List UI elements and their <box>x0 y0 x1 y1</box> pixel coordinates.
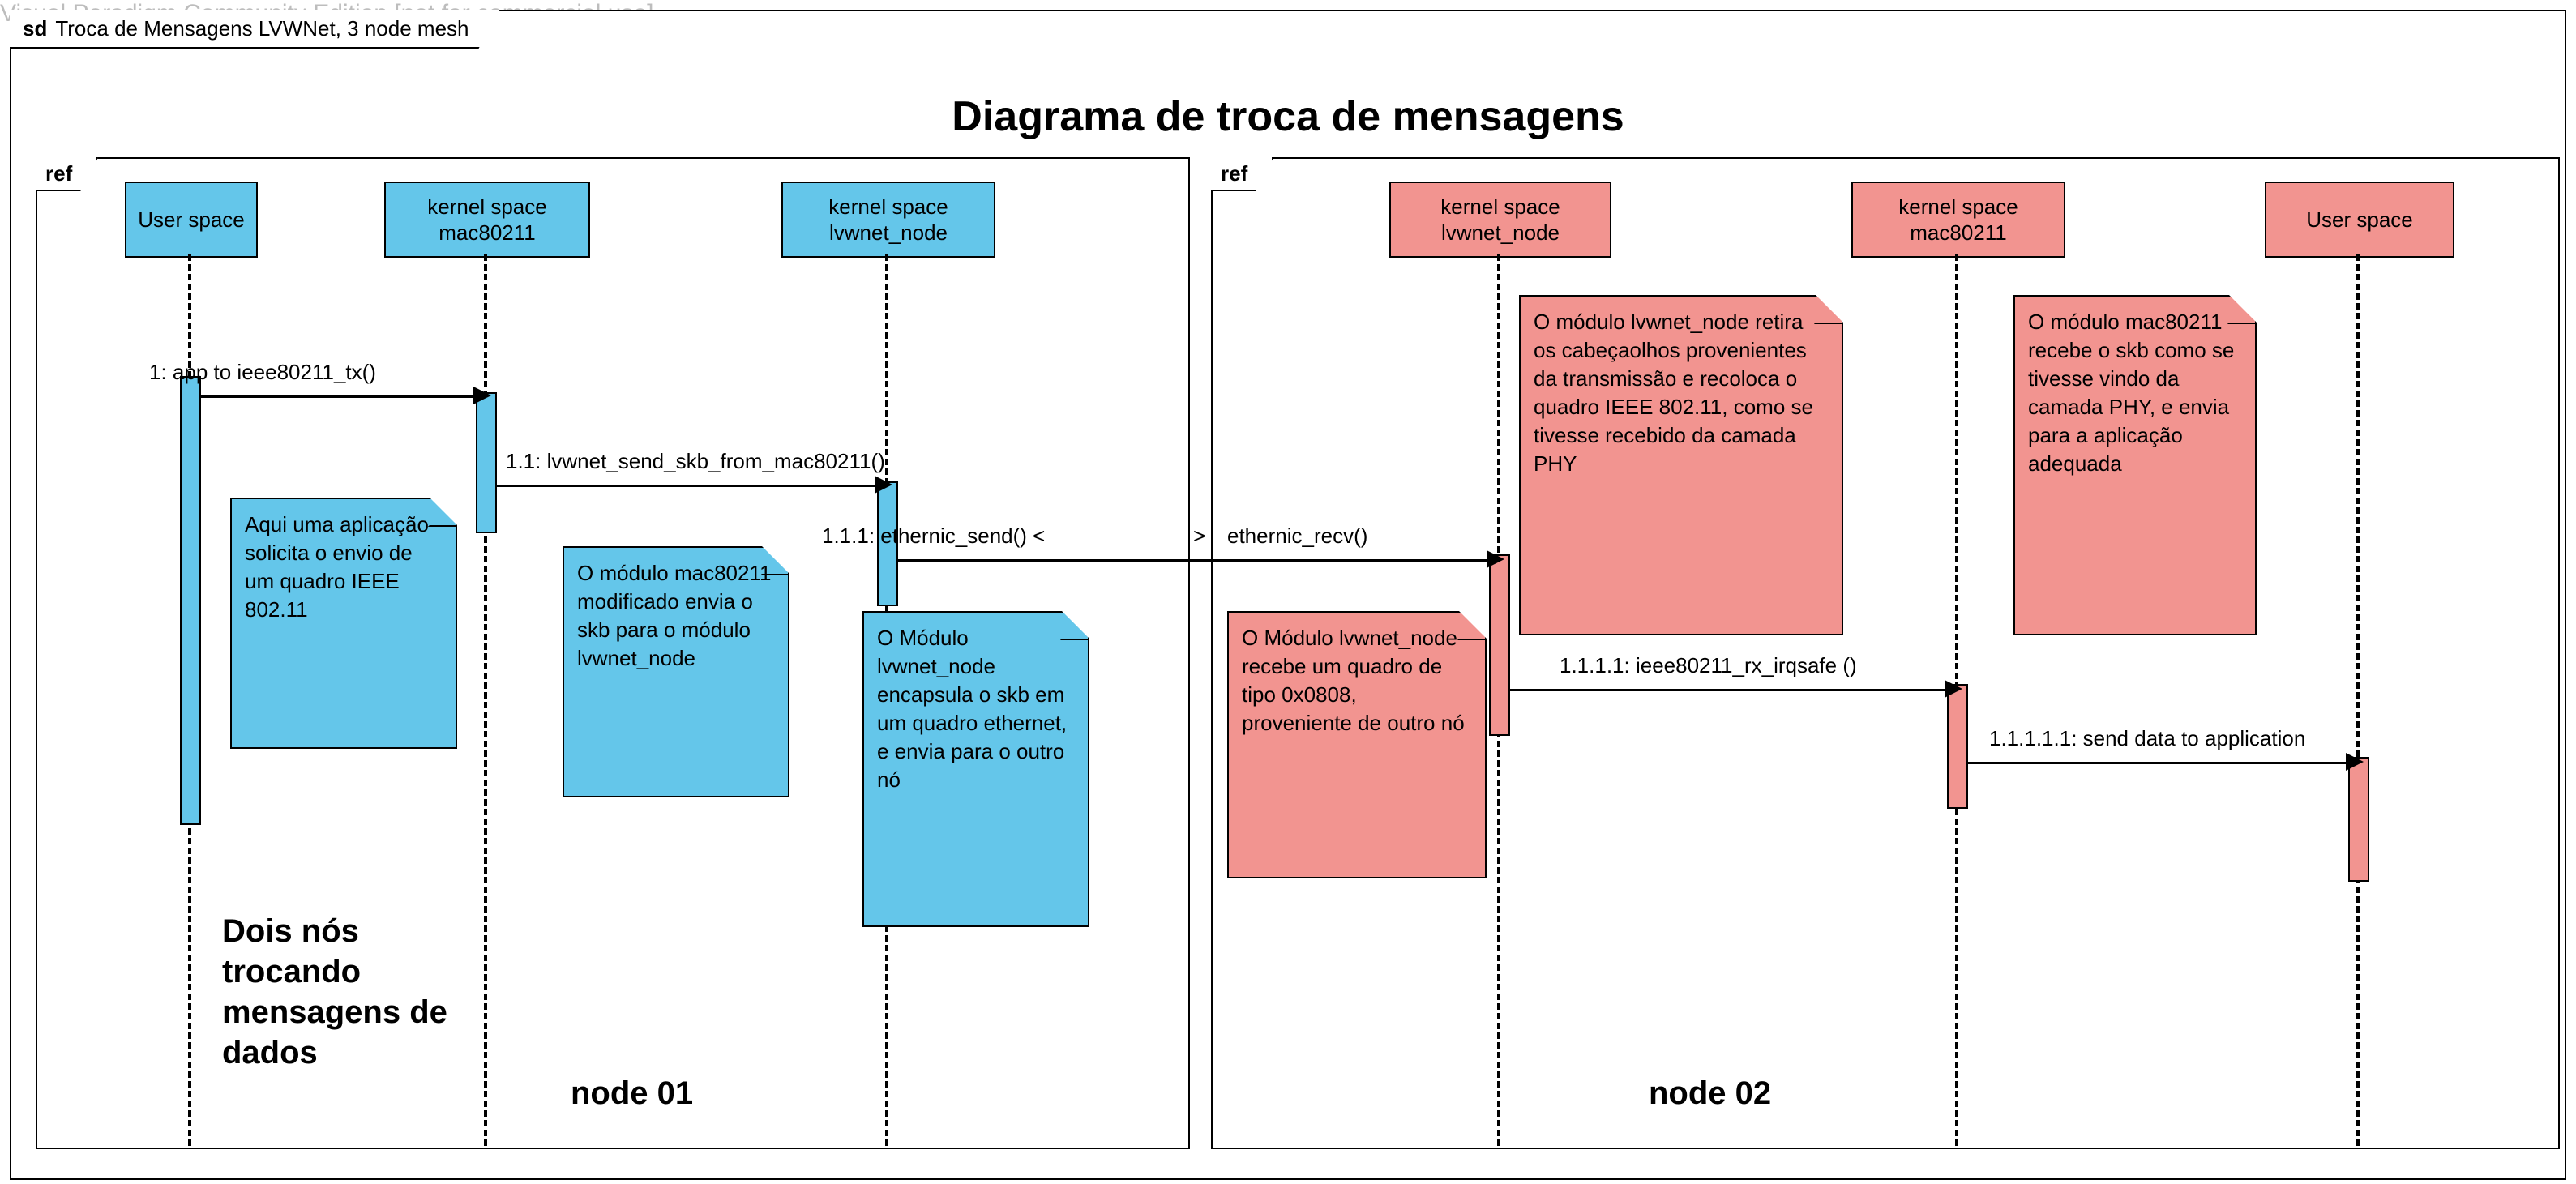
note-node-strip-text: O módulo lvwnet_node retira os cabeçaolh… <box>1534 310 1813 476</box>
lifeline-head-mac-left: kernel space mac80211 <box>384 182 590 258</box>
note-mac-recv-text: O módulo mac80211 recebe o skb como se t… <box>2028 310 2234 476</box>
activation-mac-left <box>476 392 497 533</box>
note-ear-icon <box>430 498 457 525</box>
sd-frame: sd Troca de Mensagens LVWNet, 3 node mes… <box>10 10 2566 1180</box>
note-node-recv-text: O Módulo lvwnet_node recebe um quadro de… <box>1242 626 1465 735</box>
msg-1-1-1-1-label: 1.1.1.1: ieee80211_rx_irqsafe () <box>1560 653 1857 678</box>
sd-frame-label: sd Troca de Mensagens LVWNet, 3 node mes… <box>10 10 500 49</box>
lifeline-head-user-right: User space <box>2265 182 2454 258</box>
ref-label-right: ref <box>1211 157 1273 191</box>
label-node-01: node 01 <box>571 1073 693 1113</box>
activation-user-left <box>180 376 201 825</box>
note-app-request: Aqui uma aplicação solicita o envio de u… <box>230 498 457 749</box>
label-two-nodes: Dois nós trocando mensagens de dados <box>222 911 498 1073</box>
note-ear-icon <box>1459 611 1487 639</box>
lifeline-head-user-left: User space <box>125 182 258 258</box>
lifeline-head-node-right: kernel space lvwnet_node <box>1389 182 1611 258</box>
sd-title: Troca de Mensagens LVWNet, 3 node mesh <box>55 16 469 41</box>
msg-1-1-1-1-line <box>1508 689 1946 691</box>
msg-1-1-1-arrow <box>1487 550 1504 568</box>
note-node-encaps: O Módulo lvwnet_node encapsula o skb em … <box>862 611 1089 927</box>
lifeline-head-mac-right: kernel space mac80211 <box>1851 182 2065 258</box>
diagram-title: Diagrama de troca de mensagens <box>11 92 2565 141</box>
msg-1-1-1-1-1-arrow <box>2346 753 2364 771</box>
note-ear-icon <box>762 546 789 574</box>
sd-prefix: sd <box>23 16 47 41</box>
msg-1-1-arrow <box>875 476 892 494</box>
msg-1-1-1-1-1-line <box>1966 762 2347 764</box>
note-app-request-text: Aqui uma aplicação solicita o envio de u… <box>245 512 429 622</box>
msg-1-1-1-1-arrow <box>1945 680 1962 698</box>
msg-1-label: 1: app to ieee80211_tx() <box>149 360 376 385</box>
msg-1-1-1-label-right: ethernic_recv() <box>1227 524 1367 549</box>
msg-1-1-1-label-left: 1.1.1: ethernic_send() < <box>822 524 1045 549</box>
label-node-02: node 02 <box>1649 1073 1771 1113</box>
ref-label-left: ref <box>36 157 98 191</box>
msg-1-line <box>199 395 475 398</box>
note-ear-icon <box>1062 611 1089 639</box>
note-mac-recv: O módulo mac80211 recebe o skb como se t… <box>2013 295 2257 635</box>
note-node-encaps-text: O Módulo lvwnet_node encapsula o skb em … <box>877 626 1067 792</box>
note-node-recv: O Módulo lvwnet_node recebe um quadro de… <box>1227 611 1487 878</box>
note-mac-send: O módulo mac80211 modificado envia o skb… <box>563 546 789 797</box>
lifeline-user-right <box>2356 254 2360 1146</box>
msg-1-1-line <box>495 485 876 487</box>
msg-1-1-1-1-1-label: 1.1.1.1.1: send data to application <box>1989 726 2305 751</box>
msg-1-1-1-line <box>896 559 1488 562</box>
lifeline-head-node-left: kernel space lvwnet_node <box>781 182 995 258</box>
note-ear-icon <box>1816 295 1843 323</box>
msg-1-1-label: 1.1: lvwnet_send_skb_from_mac80211() <box>506 449 885 474</box>
activation-node-right <box>1489 554 1510 736</box>
note-node-strip: O módulo lvwnet_node retira os cabeçaolh… <box>1519 295 1843 635</box>
note-mac-send-text: O módulo mac80211 modificado envia o skb… <box>577 561 771 670</box>
note-ear-icon <box>2229 295 2257 323</box>
activation-user-right <box>2348 757 2369 882</box>
msg-1-arrow <box>473 387 491 404</box>
activation-mac-right <box>1947 684 1968 809</box>
msg-1-1-1-label-mid: > <box>1193 524 1205 549</box>
